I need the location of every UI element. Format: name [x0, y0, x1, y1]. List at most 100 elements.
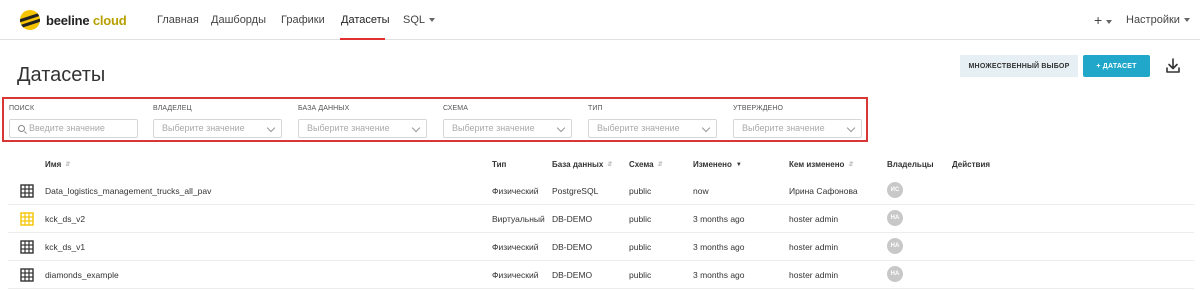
cell-database: DB-DEMO [552, 242, 593, 252]
table-icon [20, 240, 34, 254]
cell-modified-by: hoster admin [789, 214, 839, 224]
chevron-down-icon [1106, 20, 1113, 25]
owner-avatar[interactable]: HA [887, 210, 903, 226]
filter-search: ПОИСК Введите значение [9, 105, 138, 138]
settings-menu[interactable]: Настройки [1126, 14, 1190, 26]
nav-item-home[interactable]: Главная [157, 14, 199, 40]
chevron-down-icon [846, 123, 856, 133]
filter-label: СХЕМА [443, 105, 468, 112]
sort-desc-icon: ▼ [735, 162, 742, 168]
column-header-name[interactable]: Имя ⇵ [45, 160, 70, 169]
filter-owner: ВЛАДЕЛЕЦ Выберите значение [153, 105, 282, 138]
brand-suffix: cloud [92, 12, 127, 28]
nav-item-datasets[interactable]: Датасеты [341, 14, 390, 40]
nav-item-dashboards[interactable]: Дашборды [211, 14, 266, 40]
table-row[interactable]: kck_ds_v1 Физический DB-DEMO public 3 months… [8, 233, 1194, 261]
chevron-down-icon [701, 123, 711, 133]
owner-avatar[interactable]: HA [887, 266, 903, 282]
filter-label: ВЛАДЕЛЕЦ [153, 105, 192, 112]
active-tab-indicator [340, 38, 385, 40]
certified-select[interactable]: Выберите значение [733, 119, 862, 138]
settings-label: Настройки [1126, 14, 1180, 26]
add-menu-button[interactable]: + [1094, 12, 1113, 28]
column-header-label: Изменено [693, 160, 732, 169]
column-header-owners: Владельцы [887, 160, 934, 169]
logo-text: beeline cloud [46, 13, 127, 28]
column-header-label: Имя [45, 160, 62, 169]
dataset-name-link[interactable]: kck_ds_v1 [45, 242, 85, 252]
filter-type: ТИП Выберите значение [588, 105, 717, 138]
table-icon [20, 268, 34, 282]
cell-schema: public [629, 242, 652, 252]
certified-placeholder: Выберите значение [742, 123, 825, 133]
sort-icon: ⇵ [607, 162, 613, 168]
multi-select-button[interactable]: МНОЖЕСТВЕННЫЙ ВЫБОР [960, 55, 1078, 77]
cell-schema: public [629, 214, 652, 224]
table-row[interactable]: kck_ds_v2 Виртуальный DB-DEMO public 3 month… [8, 205, 1194, 233]
cell-modified-by: Ирина Сафонова [789, 186, 858, 196]
schema-placeholder: Выберите значение [452, 123, 535, 133]
chevron-down-icon [429, 18, 436, 23]
database-select[interactable]: Выберите значение [298, 119, 427, 138]
cell-schema: public [629, 270, 652, 280]
column-header-modified-by[interactable]: Кем изменено ⇵ [789, 160, 853, 169]
column-header-schema[interactable]: Схема ⇵ [629, 160, 663, 169]
download-icon[interactable] [1163, 56, 1183, 76]
table-icon [20, 212, 34, 226]
column-header-label: Действия [952, 160, 991, 169]
cell-database: PostgreSQL [552, 186, 599, 196]
logo[interactable]: beeline cloud [20, 10, 127, 30]
type-select[interactable]: Выберите значение [588, 119, 717, 138]
column-header-actions: Действия [952, 160, 990, 169]
cell-database: DB-DEMO [552, 270, 593, 280]
filter-schema: СХЕМА Выберите значение [443, 105, 572, 138]
filter-database: БАЗА ДАННЫХ Выберите значение [298, 105, 427, 138]
column-header-database[interactable]: База данных ⇵ [552, 160, 612, 169]
page-title: Датасеты [17, 64, 106, 86]
cell-database: DB-DEMO [552, 214, 593, 224]
owner-avatar[interactable]: HA [887, 238, 903, 254]
dataset-name-link[interactable]: kck_ds_v2 [45, 214, 85, 224]
cell-modified: 3 months ago [693, 214, 745, 224]
search-icon [18, 125, 25, 132]
cell-modified-by: hoster admin [789, 242, 839, 252]
chevron-down-icon [556, 123, 566, 133]
table-row[interactable]: diamonds_example Физический DB-DEMO public 3… [8, 261, 1194, 289]
add-dataset-button[interactable]: + ДАТАСЕТ [1083, 55, 1150, 77]
column-header-label: Тип [492, 160, 507, 169]
nav-item-sql-label: SQL [403, 14, 426, 26]
owner-avatar[interactable]: ИС [887, 182, 903, 198]
cell-type: Физический [492, 186, 539, 196]
table-icon [20, 184, 34, 198]
filter-label: ТИП [588, 105, 603, 112]
cell-type: Физический [492, 242, 539, 252]
filter-certified: УТВЕРЖДЕНО Выберите значение [733, 105, 862, 138]
column-header-label: База данных [552, 160, 604, 169]
type-placeholder: Выберите значение [597, 123, 680, 133]
dataset-name-link[interactable]: diamonds_example [45, 270, 119, 280]
filter-panel: ПОИСК Введите значение ВЛАДЕЛЕЦ Выберите… [2, 97, 868, 142]
table-row[interactable]: Data_logistics_management_trucks_all_pav… [8, 177, 1194, 205]
database-placeholder: Выберите значение [307, 123, 390, 133]
owner-placeholder: Выберите значение [162, 123, 245, 133]
filter-label: УТВЕРЖДЕНО [733, 105, 784, 112]
nav-item-sql[interactable]: SQL [403, 14, 436, 40]
cell-modified-by: hoster admin [789, 270, 839, 280]
chevron-down-icon [266, 123, 276, 133]
owner-select[interactable]: Выберите значение [153, 119, 282, 138]
cell-type: Виртуальный [492, 214, 545, 224]
column-header-type: Тип [492, 160, 506, 169]
cell-modified: 3 months ago [693, 270, 745, 280]
dataset-name-link[interactable]: Data_logistics_management_trucks_all_pav [45, 186, 211, 196]
chevron-down-icon [411, 123, 421, 133]
column-header-label: Владельцы [887, 160, 934, 169]
beeline-logo-icon [20, 10, 40, 30]
cell-type: Физический [492, 270, 539, 280]
column-header-label: Схема [629, 160, 654, 169]
schema-select[interactable]: Выберите значение [443, 119, 572, 138]
filter-label: ПОИСК [9, 105, 35, 112]
column-header-modified[interactable]: Изменено ▼ [693, 160, 742, 169]
nav-item-charts[interactable]: Графики [281, 14, 325, 40]
filter-label: БАЗА ДАННЫХ [298, 105, 350, 112]
search-input[interactable]: Введите значение [9, 119, 138, 138]
